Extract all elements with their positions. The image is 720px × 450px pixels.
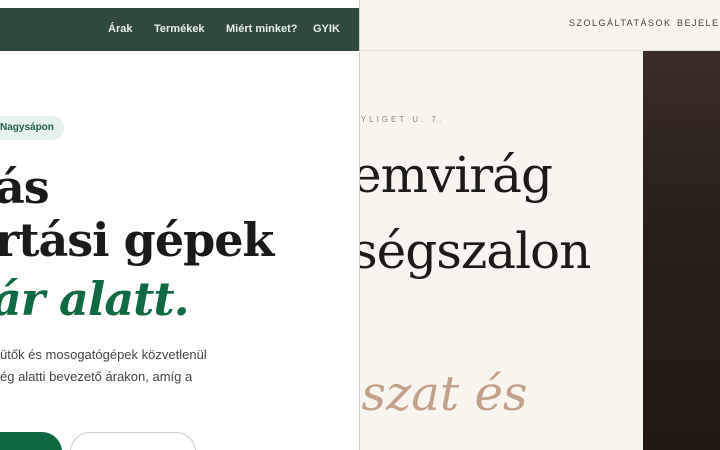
nav-link-why-us[interactable]: Miért minket? [226, 8, 298, 51]
description: ütők és mosogatógépek közvetlenül ég ala… [0, 344, 250, 388]
address-label: NYLIGET U. 7. [360, 115, 445, 124]
salon-title-line-2: ségszalon [360, 222, 591, 280]
nav-link-prices[interactable]: Árak [108, 8, 132, 51]
salon-subtitle: iszat és [360, 366, 528, 422]
headline-line-1: ás [0, 160, 50, 214]
salon-title-line-1: emvirág [360, 146, 553, 204]
nav-link-booking[interactable]: BEJELENTK [677, 18, 720, 28]
top-navigation-bar: Árak Termékek Miért minket? GYIK [0, 8, 359, 51]
headline-line-2: rtási gépek [0, 213, 274, 267]
description-line-2: ég alatti bevezető árakon, amíg a [0, 369, 193, 384]
primary-cta-button[interactable] [0, 432, 62, 450]
secondary-cta-button[interactable] [70, 432, 196, 450]
location-badge: Nagysápon [0, 116, 64, 140]
header-bar: SZOLGÁLTATÁSOK BEJELENTK [360, 0, 720, 51]
hero-image [643, 51, 720, 450]
left-page: Árak Termékek Miért minket? GYIK Nagysáp… [0, 0, 360, 450]
description-line-1: ütők és mosogatógépek közvetlenül [0, 347, 207, 362]
right-page: SZOLGÁLTATÁSOK BEJELENTK NYLIGET U. 7. e… [360, 0, 720, 450]
nav-link-faq[interactable]: GYIK [313, 8, 340, 51]
nav-link-products[interactable]: Termékek [154, 8, 205, 51]
nav-link-services[interactable]: SZOLGÁLTATÁSOK [569, 18, 672, 28]
pane-divider [359, 0, 360, 450]
headline-line-3: ár alatt. [0, 272, 190, 326]
